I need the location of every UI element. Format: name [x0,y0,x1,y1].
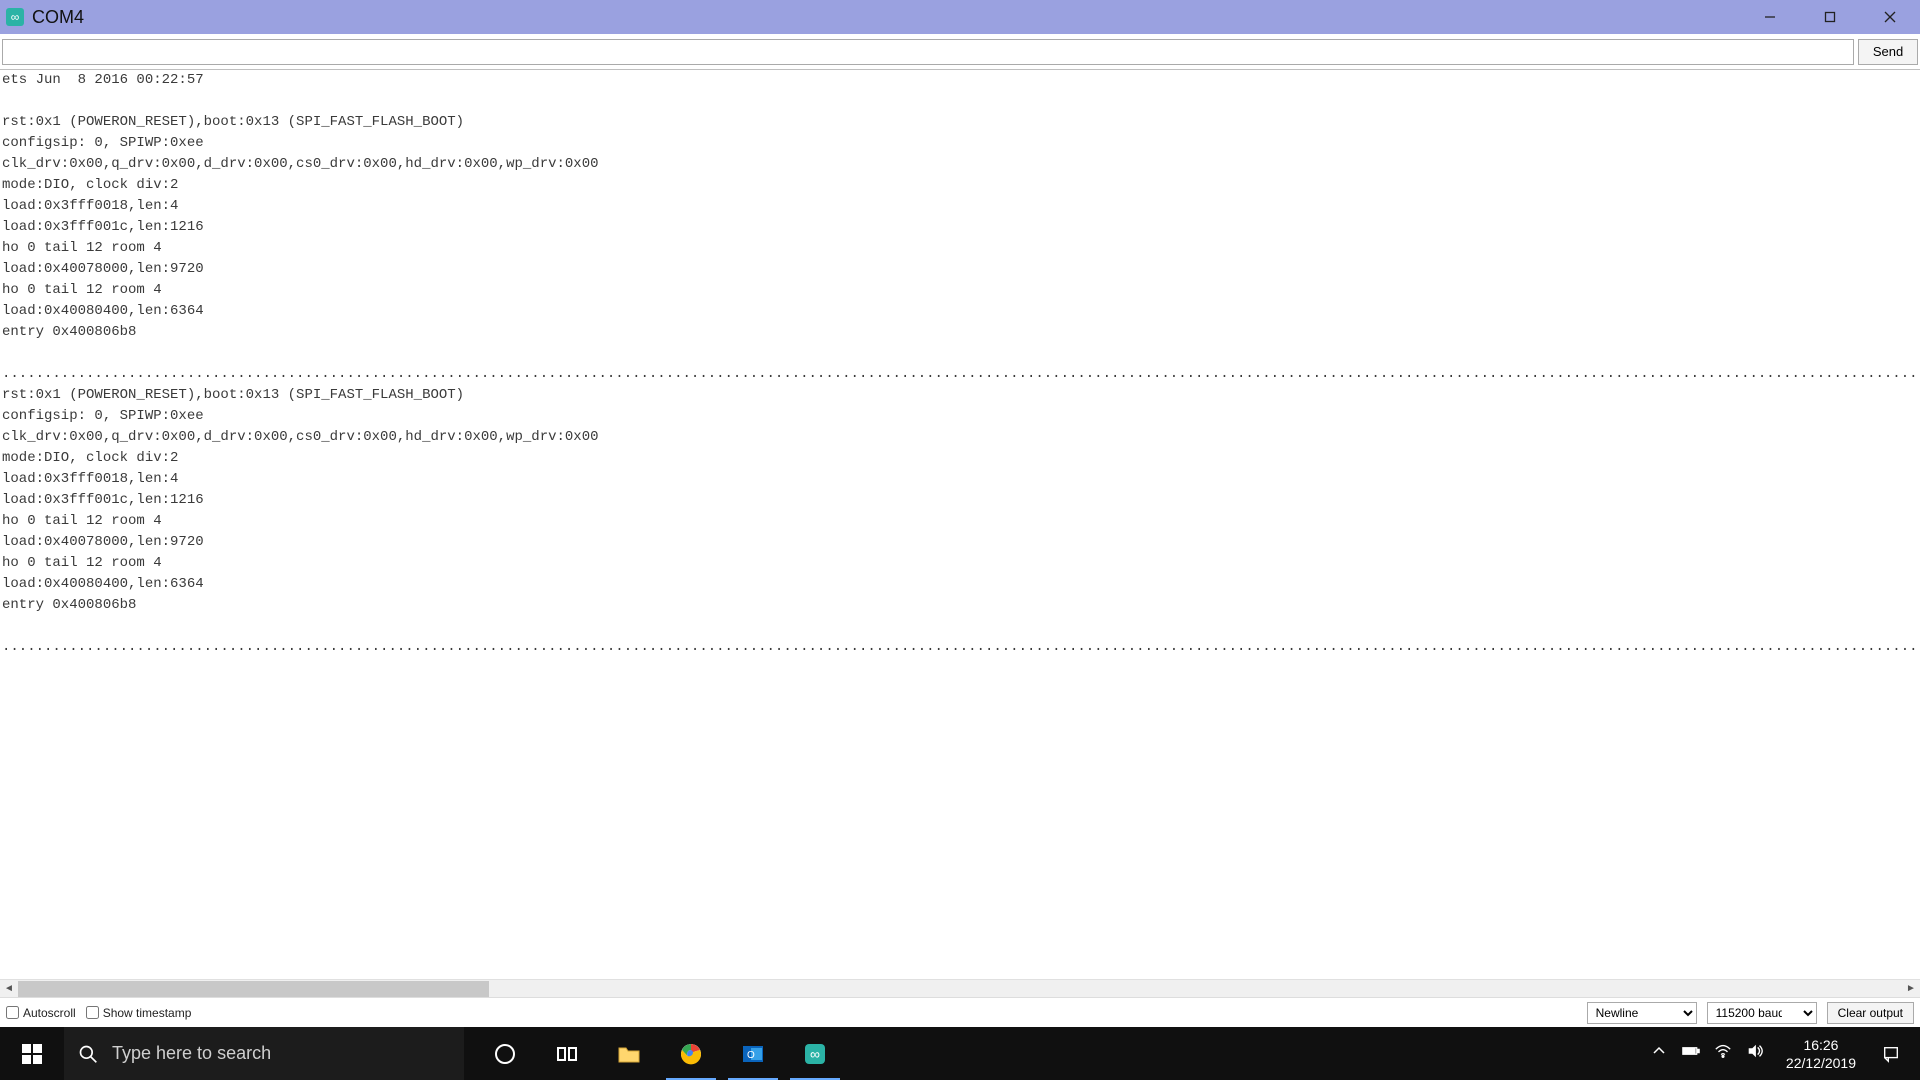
file-explorer-icon[interactable] [598,1027,660,1080]
serial-input[interactable] [2,39,1854,65]
clock[interactable]: 16:26 22/12/2019 [1778,1036,1864,1072]
action-center-icon[interactable] [1878,1041,1904,1067]
start-button[interactable] [0,1027,64,1080]
windows-taskbar: Type here to search O ∞ [0,1027,1920,1080]
svg-text:O: O [747,1050,755,1061]
autoscroll-label: Autoscroll [23,1006,76,1020]
autoscroll-checkbox[interactable] [6,1006,19,1019]
scroll-right-arrow-icon[interactable]: ► [1902,980,1920,998]
maximize-button[interactable] [1800,0,1860,34]
search-placeholder: Type here to search [112,1043,271,1064]
window-title: COM4 [32,7,84,28]
close-button[interactable] [1860,0,1920,34]
line-ending-select[interactable]: Newline [1587,1002,1697,1024]
taskbar-pinned-apps: O ∞ [474,1027,846,1080]
send-button[interactable]: Send [1858,39,1918,65]
outlook-icon[interactable]: O [722,1027,784,1080]
taskbar-search[interactable]: Type here to search [64,1027,464,1080]
show-timestamp-checkbox[interactable] [86,1006,99,1019]
volume-icon[interactable] [1746,1042,1764,1065]
arduino-app-icon [6,8,24,26]
scroll-left-arrow-icon[interactable]: ◄ [0,980,18,998]
clock-date: 22/12/2019 [1786,1054,1856,1072]
show-timestamp-checkbox-label[interactable]: Show timestamp [86,1006,192,1020]
serial-output-area: ets Jun 8 2016 00:22:57 rst:0x1 (POWERON… [0,70,1920,979]
clock-time: 16:26 [1786,1036,1856,1054]
tray-overflow-icon[interactable] [1650,1042,1668,1065]
minimize-button[interactable] [1740,0,1800,34]
svg-text:∞: ∞ [810,1046,820,1062]
scrollbar-track[interactable] [18,980,1902,997]
baud-rate-select[interactable]: 115200 baud [1707,1002,1817,1024]
send-row: Send [0,34,1920,70]
cortana-icon[interactable] [474,1027,536,1080]
serial-output-text[interactable]: ets Jun 8 2016 00:22:57 rst:0x1 (POWERON… [0,70,1920,658]
battery-icon[interactable] [1682,1042,1700,1065]
bottom-controls: Autoscroll Show timestamp Newline 115200… [0,997,1920,1027]
window-controls [1740,0,1920,34]
titlebar: COM4 [0,0,1920,34]
scrollbar-thumb[interactable] [18,981,489,997]
wifi-icon[interactable] [1714,1042,1732,1065]
horizontal-scrollbar[interactable]: ◄ ► [0,979,1920,997]
chrome-icon[interactable] [660,1027,722,1080]
search-icon [78,1044,98,1064]
arduino-ide-icon[interactable]: ∞ [784,1027,846,1080]
clear-output-button[interactable]: Clear output [1827,1002,1914,1024]
show-timestamp-label: Show timestamp [103,1006,192,1020]
system-tray: 16:26 22/12/2019 [1650,1027,1920,1080]
autoscroll-checkbox-label[interactable]: Autoscroll [6,1006,76,1020]
task-view-icon[interactable] [536,1027,598,1080]
